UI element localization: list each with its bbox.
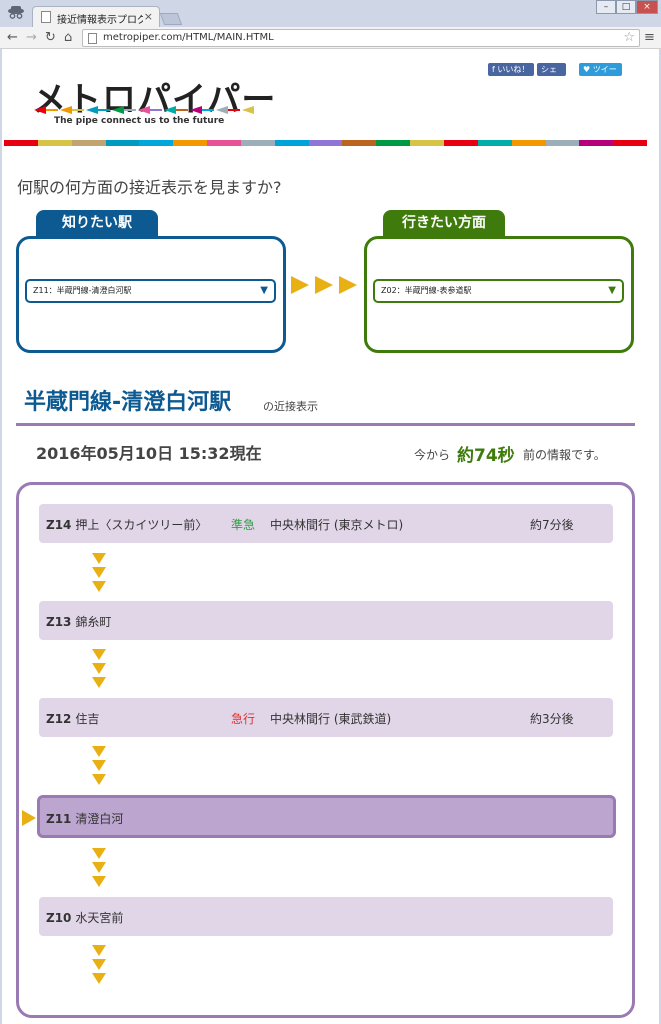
station-name: 錦糸町 [75,615,112,629]
divider [16,423,635,426]
line-color-stripe [4,140,648,146]
new-tab-button[interactable] [159,13,183,25]
down-arrows-icon [92,649,106,688]
tab-close-icon[interactable]: × [144,10,153,23]
station-row: Z12 住吉 急行 中央林間行 (東武鉄道) 約3分後 [39,698,613,737]
from-station-select[interactable]: Z11：半蔵門線-清澄白河駅 ▼ [25,279,276,303]
result-station-suffix: の近接表示 [263,400,318,413]
line-color-segment [240,140,275,146]
line-color-segment [410,140,444,146]
forward-icon[interactable]: → [26,30,37,46]
station-row-current: Z11 清澄白河 [37,795,616,838]
line-color-segment [376,140,411,146]
minimize-button[interactable]: – [596,0,616,14]
from-station-label: 知りたい駅 [36,210,158,237]
line-color-segment [71,140,106,146]
line-color-segment [207,140,241,146]
train-type: 急行 [231,712,256,726]
station-name: 住吉 [75,712,100,726]
browser-tab-active[interactable]: 接近情報表示プログラム「メ × [32,6,160,28]
station-code: Z13 [46,615,72,629]
station-row: Z10 水天宮前 [39,897,613,936]
line-color-segment [579,140,614,146]
station-row-name: Z10 水天宮前 [46,909,123,926]
line-color-segment [274,140,309,146]
menu-icon[interactable]: ≡ [644,30,655,45]
line-color-segment [308,140,343,146]
train-type: 準急 [231,518,256,532]
maximize-button[interactable]: □ [616,0,636,14]
tab-title: 接近情報表示プログラム「メ [57,15,143,26]
approach-board [16,482,635,1018]
home-icon[interactable]: ⌂ [64,30,72,46]
train-eta: 約3分後 [530,712,574,726]
station-name: 押上〈スカイツリー前〉 [75,518,208,532]
station-row: Z13 錦糸町 [39,601,613,640]
down-arrows-icon [92,848,106,887]
url-text: metropiper.com/HTML/MAIN.HTML [103,32,274,43]
page-icon [41,11,51,23]
selector-question: 何駅の何方面の接近表示を見ますか? [17,178,282,197]
line-color-segment [545,140,580,146]
facebook-like-button[interactable]: f いいね！ [488,63,534,76]
back-icon[interactable]: ← [7,30,18,46]
line-color-segment [613,140,648,146]
train-destination: 中央林間行 (東京メトロ) [270,518,404,532]
station-row-name: Z14 押上〈スカイツリー前〉 [46,516,207,533]
browser-toolbar: ← → ↻ ⌂ metropiper.com/HTML/MAIN.HTML ☆ … [0,27,661,49]
station-code: Z12 [46,712,72,726]
station-code: Z14 [46,518,72,532]
from-station-value: Z11：半蔵門線-清澄白河駅 [33,286,132,295]
line-color-segment [443,140,478,146]
line-color-segment [477,140,512,146]
incognito-icon [8,6,24,19]
browser-tab-strip: 接近情報表示プログラム「メ × – □ × [0,0,661,28]
to-direction-select[interactable]: Z02：半蔵門線-表参道駅 ▼ [373,279,624,303]
dropdown-caret-icon: ▼ [260,285,268,296]
station-row-name: Z13 錦糸町 [46,613,111,630]
current-station-pointer-icon [22,810,36,826]
line-color-segment [173,140,208,146]
train-destination: 中央林間行 (東武鉄道) [270,712,392,726]
tweet-button[interactable]: ♥ ツイート [579,63,622,87]
info-timestamp: 2016年05月10日 15:32現在 [36,444,262,463]
result-station-title: 半蔵門線-清澄白河駅 [24,390,232,415]
info-age-prefix: 今から [414,448,451,462]
down-arrows-icon [92,945,106,984]
station-name: 水天宮前 [75,911,124,925]
like-label: いいね！ [497,65,530,74]
twitter-bird-icon: ♥ [583,65,593,74]
down-arrows-icon [92,553,106,592]
site-tagline: The pipe connect us to the future [54,116,225,126]
station-code: Z10 [46,911,72,925]
direction-arrows-icon [291,276,357,294]
station-row: Z14 押上〈スカイツリー前〉 準急 中央林間行 (東京メトロ) 約7分後 [39,504,613,543]
train-eta: 約7分後 [530,518,574,532]
page-icon [88,33,97,44]
to-direction-value: Z02：半蔵門線-表参道駅 [381,286,472,295]
line-color-segment [342,140,377,146]
line-color-segment [37,140,72,146]
to-direction-label: 行きたい方面 [383,210,505,237]
address-bar[interactable]: metropiper.com/HTML/MAIN.HTML ☆ [82,29,640,47]
info-age-suffix: 前の情報です。 [523,448,606,462]
station-row-name: Z12 住吉 [46,710,99,727]
dropdown-caret-icon: ▼ [608,285,616,296]
info-age-value: 約74秒 [457,446,515,466]
station-name: 清澄白河 [75,812,124,826]
logo-pipes-icon [34,106,254,114]
line-color-segment [4,140,38,146]
facebook-share-button[interactable]: シェア [537,63,566,87]
reload-icon[interactable]: ↻ [45,30,56,46]
station-code: Z11 [46,812,72,826]
line-color-segment [139,140,174,146]
line-color-segment [105,140,140,146]
station-row-name: Z11 清澄白河 [46,810,123,827]
down-arrows-icon [92,746,106,785]
bookmark-star-icon[interactable]: ☆ [623,30,635,45]
close-window-button[interactable]: × [636,0,658,14]
line-color-segment [511,140,546,146]
